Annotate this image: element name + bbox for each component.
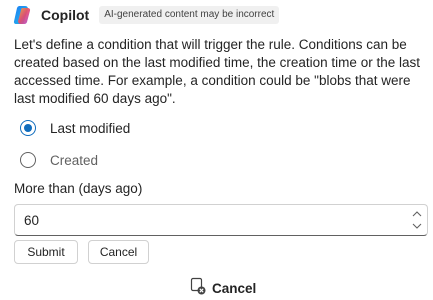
- days-input-value[interactable]: 60: [15, 213, 407, 228]
- submit-button[interactable]: Submit: [14, 240, 78, 264]
- number-stepper[interactable]: [407, 205, 427, 235]
- chevron-down-icon[interactable]: [412, 220, 422, 232]
- copilot-logo-icon: [12, 4, 34, 26]
- radio-option-created[interactable]: Created: [20, 150, 98, 170]
- days-field-label: More than (days ago): [14, 181, 143, 196]
- days-number-input[interactable]: 60: [14, 204, 428, 236]
- ai-disclaimer-badge: AI-generated content may be incorrect: [99, 6, 280, 24]
- cancel-action-link[interactable]: Cancel: [190, 277, 257, 300]
- header-title: Copilot: [41, 7, 90, 23]
- radio-label-created: Created: [50, 152, 99, 168]
- radio-button-unselected[interactable]: [20, 152, 36, 168]
- radio-button-selected[interactable]: [20, 120, 36, 136]
- assistant-message: Let's define a condition that will trigg…: [14, 37, 420, 106]
- radio-option-last-modified[interactable]: Last modified: [20, 118, 130, 138]
- cancel-button[interactable]: Cancel: [88, 240, 149, 264]
- chat-header: Copilot AI-generated content may be inco…: [12, 4, 280, 26]
- chevron-up-icon[interactable]: [412, 208, 422, 220]
- radio-label-last-modified: Last modified: [50, 120, 131, 136]
- cancel-document-icon: [190, 277, 206, 300]
- radio-selected-dot: [24, 124, 32, 132]
- cancel-action-label: Cancel: [212, 280, 257, 296]
